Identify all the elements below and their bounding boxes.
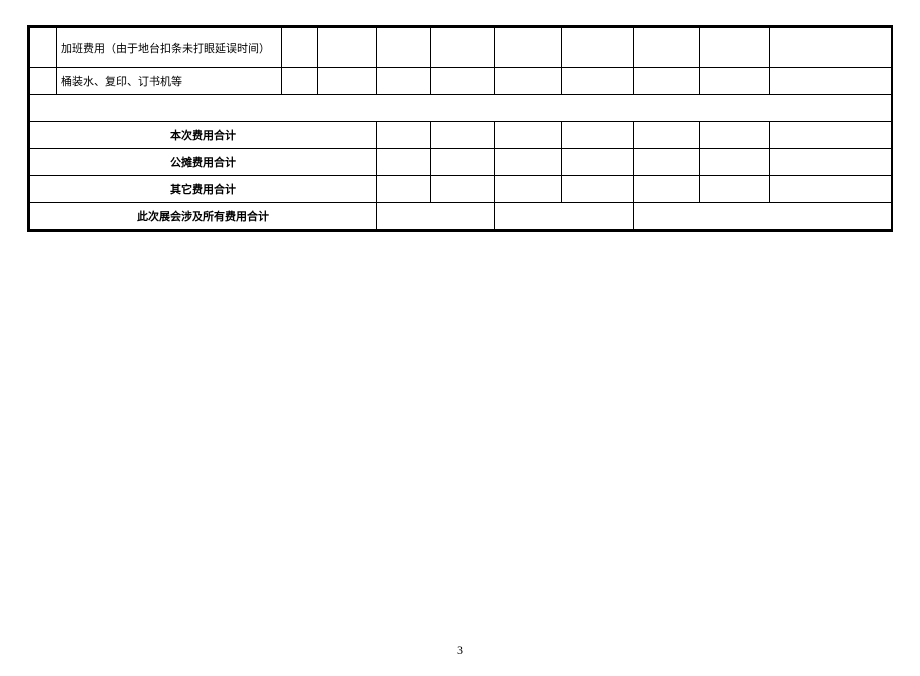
cell-data — [495, 149, 562, 176]
cell-data — [770, 28, 893, 68]
cell-data — [431, 28, 495, 68]
cell-data — [562, 68, 634, 95]
cell-data — [562, 149, 634, 176]
cell-data — [770, 68, 893, 95]
cell-data — [634, 122, 700, 149]
cell-grandtotal-label: 此次展会涉及所有费用合计 — [30, 203, 377, 230]
cell-data — [770, 122, 893, 149]
cell-data — [700, 149, 770, 176]
cell-blank — [30, 28, 57, 68]
cell-data — [770, 176, 893, 203]
cell-data — [431, 176, 495, 203]
cell-data — [562, 122, 634, 149]
table-row: 桶装水、复印、订书机等 — [30, 68, 893, 95]
cell-blank — [30, 68, 57, 95]
cell-data — [495, 68, 562, 95]
cell-data — [700, 68, 770, 95]
table-row-subtotal: 其它费用合计 — [30, 176, 893, 203]
cell-data — [495, 122, 562, 149]
cell-data-wide — [377, 203, 495, 230]
cell-item-desc: 桶装水、复印、订书机等 — [57, 68, 282, 95]
cell-data — [431, 149, 495, 176]
cell-data — [495, 28, 562, 68]
cell-data — [282, 68, 318, 95]
cell-item-desc: 加班费用（由于地台扣条未打眼延误时间） — [57, 28, 282, 68]
cell-data-wide — [495, 203, 634, 230]
cell-subtotal-label: 公摊费用合计 — [30, 149, 377, 176]
cell-data — [634, 176, 700, 203]
table-row-blank — [30, 95, 893, 122]
table-row-subtotal: 公摊费用合计 — [30, 149, 893, 176]
cell-data — [562, 28, 634, 68]
cell-data — [431, 68, 495, 95]
cell-data — [634, 28, 700, 68]
cell-data — [634, 68, 700, 95]
table-row: 加班费用（由于地台扣条未打眼延误时间） — [30, 28, 893, 68]
table-row-subtotal: 本次费用合计 — [30, 122, 893, 149]
cell-data — [377, 122, 431, 149]
cell-data — [700, 122, 770, 149]
cell-data-wide — [634, 203, 893, 230]
cell-data — [377, 68, 431, 95]
cell-data — [377, 28, 431, 68]
expense-table-container: 加班费用（由于地台扣条未打眼延误时间） 桶装水、复印、订书机等 — [27, 25, 893, 232]
cell-data — [634, 149, 700, 176]
cell-blank-full — [30, 95, 893, 122]
cell-data — [431, 122, 495, 149]
cell-data — [562, 176, 634, 203]
cell-data — [318, 28, 377, 68]
cell-data — [377, 149, 431, 176]
cell-data — [770, 149, 893, 176]
cell-data — [282, 28, 318, 68]
cell-data — [700, 176, 770, 203]
cell-data — [377, 176, 431, 203]
cell-subtotal-label: 本次费用合计 — [30, 122, 377, 149]
cell-data — [495, 176, 562, 203]
expense-table: 加班费用（由于地台扣条未打眼延误时间） 桶装水、复印、订书机等 — [29, 27, 893, 230]
cell-data — [700, 28, 770, 68]
cell-data — [318, 68, 377, 95]
table-row-grandtotal: 此次展会涉及所有费用合计 — [30, 203, 893, 230]
cell-subtotal-label: 其它费用合计 — [30, 176, 377, 203]
